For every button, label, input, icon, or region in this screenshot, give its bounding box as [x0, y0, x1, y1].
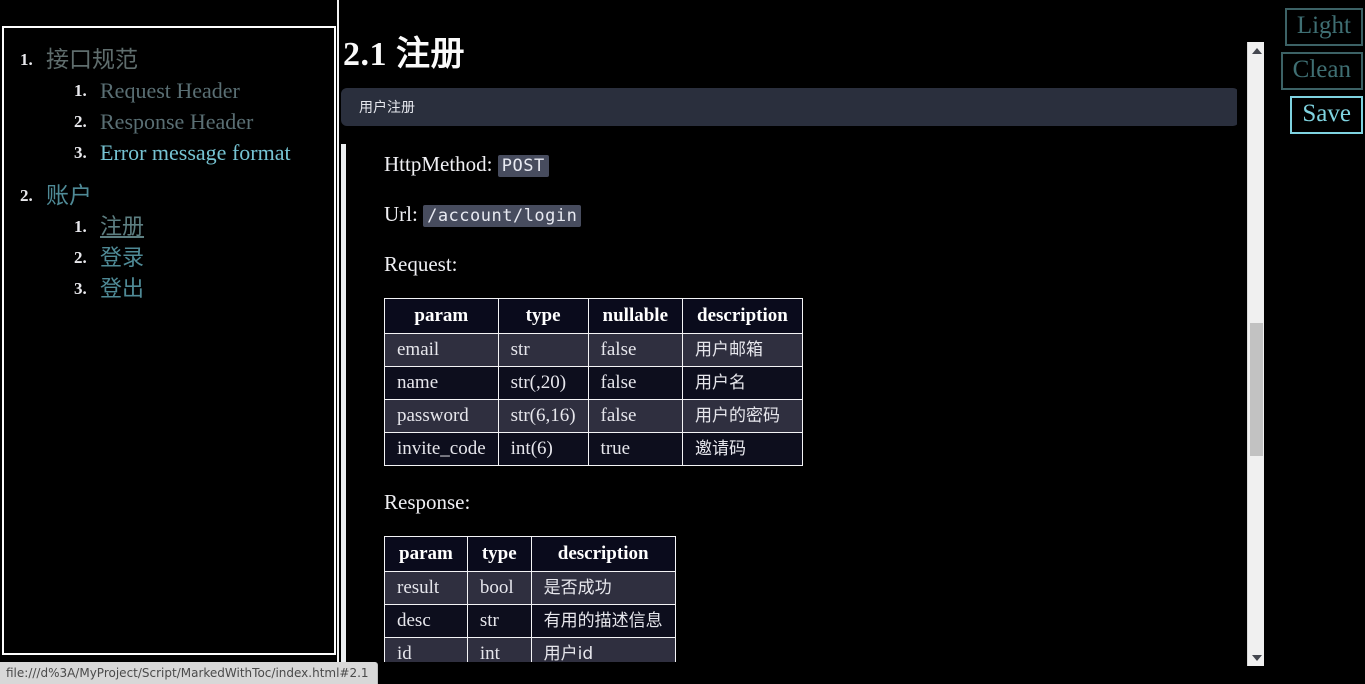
api-blockquote: HttpMethod: POST Url: /account/login Req…: [341, 144, 1237, 662]
toolbar: Light Clean Save: [1277, 8, 1363, 134]
save-button[interactable]: Save: [1290, 96, 1363, 134]
subject-text: 用户注册: [359, 97, 415, 117]
cell-type: bool: [467, 572, 531, 605]
scroll-down-arrow-icon[interactable]: [1248, 649, 1265, 666]
column-header-param: param: [385, 299, 499, 334]
light-theme-button[interactable]: Light: [1285, 8, 1363, 46]
toc-list: 接口规范 Request Header Response Header Erro…: [14, 46, 324, 304]
table-row: desc str 有用的描述信息: [385, 605, 676, 638]
toc-container: 接口规范 Request Header Response Header Erro…: [4, 28, 334, 328]
cell-param: name: [385, 367, 499, 400]
cell-description: 有用的描述信息: [531, 605, 675, 638]
cell-description: 用户的密码: [683, 400, 803, 433]
cell-nullable: false: [588, 334, 682, 367]
cell-type: int: [467, 638, 531, 663]
cell-description: 用户id: [531, 638, 675, 663]
column-header-description: description: [683, 299, 803, 334]
sidebar-item-error-message-format[interactable]: Error message format: [100, 138, 291, 168]
http-method-value: POST: [498, 155, 549, 177]
toc-group-account: 账户 注册 登录 登出: [20, 182, 324, 304]
table-body: email str false 用户邮箱 name str(,20) false…: [385, 334, 803, 466]
cell-type: str(6,16): [498, 400, 588, 433]
cell-nullable: false: [588, 400, 682, 433]
cell-type: str: [498, 334, 588, 367]
list-item: Response Header: [74, 107, 324, 137]
column-header-description: description: [531, 537, 675, 572]
http-method-label: HttpMethod:: [384, 152, 493, 176]
column-header-nullable: nullable: [588, 299, 682, 334]
clean-button[interactable]: Clean: [1281, 52, 1363, 90]
request-label: Request:: [384, 250, 1237, 278]
table-row: email str false 用户邮箱: [385, 334, 803, 367]
response-parameters-table: param type description result bool 是否成功 …: [384, 536, 676, 662]
vertical-scrollbar[interactable]: [1247, 42, 1264, 666]
cell-description: 用户名: [683, 367, 803, 400]
sidebar-item-login[interactable]: 登录: [100, 243, 144, 273]
cell-type: int(6): [498, 433, 588, 466]
table-header-row: param type nullable description: [385, 299, 803, 334]
table-header-row: param type description: [385, 537, 676, 572]
table-body: result bool 是否成功 desc str 有用的描述信息 id int…: [385, 572, 676, 663]
sidebar-toc-panel: 接口规范 Request Header Response Header Erro…: [2, 26, 336, 655]
cell-nullable: false: [588, 367, 682, 400]
table-head: param type nullable description: [385, 299, 803, 334]
list-item: 登出: [74, 274, 324, 304]
url-value: /account/login: [423, 205, 581, 227]
table-row: result bool 是否成功: [385, 572, 676, 605]
scrollbar-thumb[interactable]: [1250, 323, 1263, 456]
sidebar-item-register[interactable]: 注册: [100, 212, 144, 242]
response-label: Response:: [384, 488, 1237, 516]
table-row: id int 用户id: [385, 638, 676, 663]
cell-description: 邀请码: [683, 433, 803, 466]
sidebar-item-response-header[interactable]: Response Header: [100, 107, 253, 137]
cell-nullable: true: [588, 433, 682, 466]
url-label: Url:: [384, 202, 418, 226]
document-content-pane: 2.1 注册 用户注册 HttpMethod: POST Url: /accou…: [341, 34, 1237, 662]
toc-group-interface-spec: 接口规范 Request Header Response Header Erro…: [20, 46, 324, 168]
status-bar-link-url: file:///d%3A/MyProject/Script/MarkedWith…: [0, 662, 378, 684]
sidebar-item-logout[interactable]: 登出: [100, 274, 144, 304]
toc-sublist-account: 注册 登录 登出: [46, 212, 324, 304]
toc-sublist-interface-spec: Request Header Response Header Error mes…: [46, 76, 324, 168]
app-window: 接口规范 Request Header Response Header Erro…: [0, 0, 1365, 684]
list-item: Request Header: [74, 76, 324, 106]
pane-divider: [337, 0, 339, 684]
cell-param: desc: [385, 605, 468, 638]
list-item: 登录: [74, 243, 324, 273]
page-title: 2.1 注册: [341, 34, 1237, 76]
table-row: name str(,20) false 用户名: [385, 367, 803, 400]
cell-description: 用户邮箱: [683, 334, 803, 367]
cell-type: str: [467, 605, 531, 638]
http-method-line: HttpMethod: POST: [384, 150, 1237, 180]
cell-param: id: [385, 638, 468, 663]
table-head: param type description: [385, 537, 676, 572]
cell-description: 是否成功: [531, 572, 675, 605]
cell-param: password: [385, 400, 499, 433]
cell-param: email: [385, 334, 499, 367]
list-item: 注册: [74, 212, 324, 242]
list-item: Error message format: [74, 138, 324, 168]
column-header-param: param: [385, 537, 468, 572]
cell-param: result: [385, 572, 468, 605]
cell-param: invite_code: [385, 433, 499, 466]
url-line: Url: /account/login: [384, 200, 1237, 230]
sidebar-item-interface-spec[interactable]: 接口规范: [46, 46, 138, 74]
sidebar-item-request-header[interactable]: Request Header: [100, 76, 240, 106]
table-row: invite_code int(6) true 邀请码: [385, 433, 803, 466]
sidebar-item-account[interactable]: 账户: [46, 182, 92, 210]
cell-type: str(,20): [498, 367, 588, 400]
column-header-type: type: [498, 299, 588, 334]
subject-banner: 用户注册: [341, 88, 1237, 126]
column-header-type: type: [467, 537, 531, 572]
table-row: password str(6,16) false 用户的密码: [385, 400, 803, 433]
request-parameters-table: param type nullable description email st…: [384, 298, 803, 466]
scroll-up-arrow-icon[interactable]: [1248, 42, 1265, 59]
